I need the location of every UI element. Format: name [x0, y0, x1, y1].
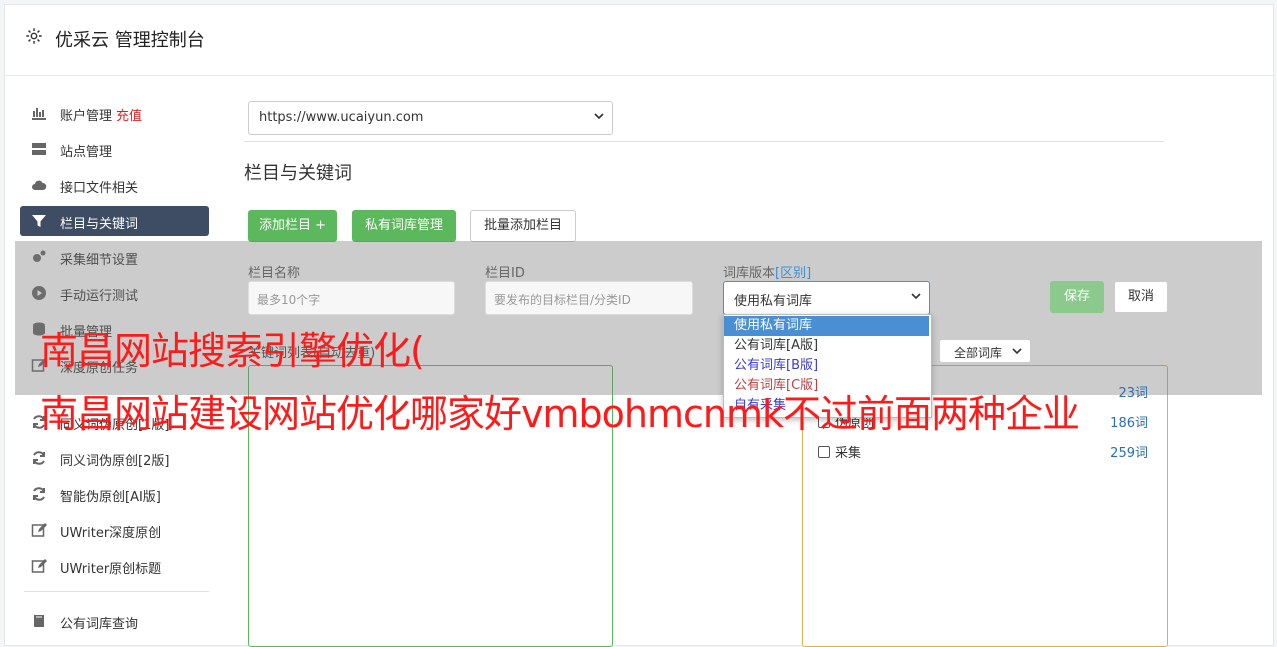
- lib-filter-value: 全部词库: [954, 346, 1003, 360]
- sidebar-item-interface[interactable]: 接口文件相关: [20, 170, 209, 200]
- column-id-label: 栏目ID: [485, 266, 525, 281]
- sidebar-item-ai-rewrite[interactable]: 智能伪原创[AI版]: [20, 479, 209, 509]
- filter-icon: [32, 215, 46, 227]
- sidebar-item-public-lib[interactable]: 公有词库查询: [20, 606, 209, 636]
- private-lib-button[interactable]: 私有词库管理: [352, 210, 456, 242]
- refresh-icon: [33, 451, 45, 465]
- cloud-upload-icon: [32, 180, 47, 190]
- save-button[interactable]: 保存: [1050, 281, 1104, 313]
- lib-version-label: 词库版本[区别]: [723, 262, 811, 281]
- sidebar-item-label: UWriter深度原创: [60, 526, 162, 541]
- lib-stat-count: 259词: [1110, 446, 1148, 461]
- sidebar-item-uwriter-deep[interactable]: UWriter深度原创: [20, 515, 209, 545]
- sidebar-item-label: 栏目与关键词: [60, 217, 139, 232]
- sidebar-item-columns[interactable]: 栏目与关键词: [20, 206, 209, 236]
- dropdown-option[interactable]: 公有词库[A版]: [724, 336, 929, 356]
- site-select[interactable]: https://www.ucaiyun.com: [248, 101, 613, 135]
- batch-add-button[interactable]: 批量添加栏目: [470, 210, 576, 242]
- sidebar-item-label: 接口文件相关: [60, 181, 139, 196]
- bar-chart-icon: [32, 108, 46, 120]
- lib-version-select[interactable]: 使用私有词库: [723, 281, 930, 315]
- section-divider: [244, 141, 1164, 142]
- sidebar-item-label: 账户管理: [60, 109, 113, 124]
- chevron-down-icon: [594, 113, 604, 120]
- watermark-line-2: 南昌网站建设网站优化哪家好vmbohmcnmk不过前面两种企业: [40, 392, 1080, 436]
- refresh-icon: [33, 487, 45, 501]
- dropdown-option[interactable]: 公有词库[B版]: [724, 356, 929, 376]
- watermark-line-1: 南昌网站搜索引擎优化(: [40, 329, 425, 373]
- column-id-placeholder: 要发布的目标栏目/分类ID: [494, 293, 631, 307]
- sidebar-item-label: 公有词库查询: [60, 617, 139, 632]
- top-header: 优采云 管理控制台: [5, 5, 1273, 76]
- sidebar-item-synonym-v2[interactable]: 同义词伪原创[2版]: [20, 443, 209, 473]
- edit-icon: [31, 523, 47, 537]
- sidebar-item-account[interactable]: 账户管理 充值: [20, 98, 209, 128]
- recharge-link[interactable]: 充值: [116, 109, 142, 124]
- section-title: 栏目与关键词: [244, 163, 352, 184]
- sidebar-item-label: 同义词伪原创[2版]: [60, 454, 170, 469]
- sidebar-item-uwriter-title[interactable]: UWriter原创标题: [20, 551, 209, 581]
- lib-filter-select[interactable]: 全部词库: [939, 339, 1031, 363]
- add-column-button[interactable]: 添加栏目 +: [248, 210, 337, 242]
- column-name-input[interactable]: 最多10个字: [248, 281, 455, 315]
- sidebar-item-label: 智能伪原创[AI版]: [60, 490, 161, 505]
- server-icon: [32, 143, 46, 155]
- page-title: 优采云 管理控制台: [55, 30, 205, 51]
- sidebar-item-label: UWriter原创标题: [60, 562, 162, 577]
- column-name-placeholder: 最多10个字: [257, 293, 321, 307]
- column-id-input[interactable]: 要发布的目标栏目/分类ID: [485, 281, 693, 315]
- checkbox[interactable]: [818, 446, 830, 458]
- gear-icon: [26, 28, 42, 44]
- book-icon: [34, 615, 44, 627]
- lib-stat-row[interactable]: 采集: [818, 442, 861, 461]
- site-select-value: https://www.ucaiyun.com: [259, 110, 424, 125]
- dropdown-option[interactable]: 使用私有词库: [724, 316, 929, 336]
- edit-icon: [31, 559, 47, 573]
- sidebar-item-sites[interactable]: 站点管理: [20, 134, 209, 164]
- sidebar-item-label: 站点管理: [60, 145, 113, 160]
- lib-version-text: 词库版本: [723, 266, 776, 281]
- diff-link[interactable]: [区别]: [775, 266, 811, 281]
- chevron-down-icon: [911, 293, 921, 300]
- chevron-down-icon: [1012, 348, 1022, 355]
- column-name-label: 栏目名称: [248, 266, 301, 281]
- lib-stat-label: 采集: [835, 446, 862, 461]
- sidebar-divider: [24, 591, 209, 592]
- lib-version-value: 使用私有词库: [734, 294, 813, 309]
- cancel-button[interactable]: 取消: [1114, 281, 1168, 313]
